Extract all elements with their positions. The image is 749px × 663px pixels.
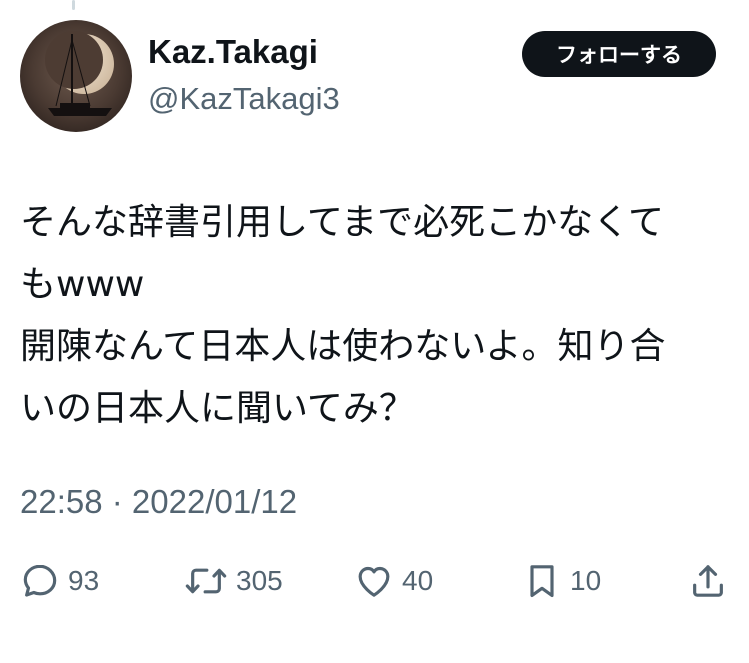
follow-button[interactable]: フォローする <box>522 31 716 77</box>
cutoff-next-section <box>20 648 280 663</box>
like-count: 40 <box>402 565 434 596</box>
thread-connector-line <box>72 0 75 10</box>
author-display-name[interactable]: Kaz.Takagi <box>148 32 318 72</box>
tweet-text-line: もwww <box>20 264 145 305</box>
reply-count: 93 <box>68 565 100 596</box>
tweet-actions-bar: 93 305 40 10 <box>0 558 749 604</box>
heart-icon <box>358 566 390 597</box>
reply-bubble-icon <box>23 564 57 597</box>
bookmark-count: 10 <box>570 565 602 596</box>
tweet-text: そんな辞書引用してまで必死こかなくて もwww 開陳なんて日本人は使わないよ。知… <box>20 192 735 440</box>
bookmark-icon <box>530 565 554 598</box>
bookmark-button[interactable]: 10 <box>522 558 601 604</box>
tweet-timestamp[interactable]: 22:58 · 2022/01/12 <box>20 482 297 522</box>
like-button[interactable]: 40 <box>354 558 433 604</box>
retweet-arrows-icon <box>185 568 227 594</box>
reply-button[interactable]: 93 <box>20 558 99 604</box>
share-upload-icon <box>693 565 723 597</box>
share-button[interactable] <box>688 558 728 604</box>
author-handle[interactable]: @KazTakagi3 <box>148 79 340 119</box>
retweet-button[interactable]: 305 <box>184 558 283 604</box>
retweet-count: 305 <box>236 565 283 596</box>
avatar-moon-sailboat-image <box>20 20 132 132</box>
tweet-text-line: 開陳なんて日本人は使わないよ。知り合 <box>20 326 666 367</box>
tweet-text-line: そんな辞書引用してまで必死こかなくて <box>20 202 665 243</box>
avatar[interactable] <box>20 20 132 132</box>
tweet-text-line: いの日本人に聞いてみ？ <box>20 388 415 429</box>
